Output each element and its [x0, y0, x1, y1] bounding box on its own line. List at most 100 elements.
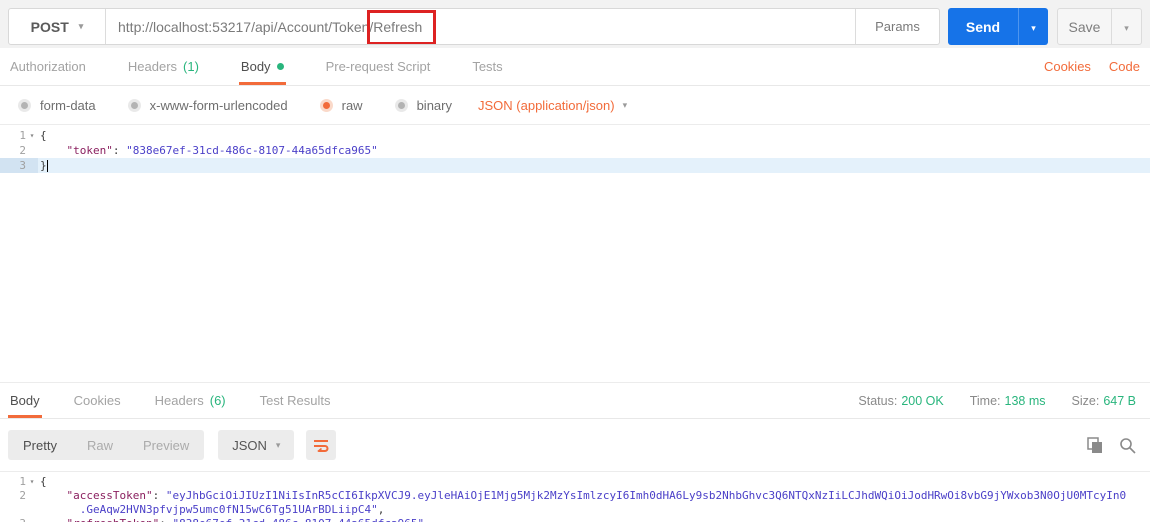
view-preview-button[interactable]: Preview [128, 438, 204, 453]
tab-label: Body [240, 59, 271, 74]
body-type-bar: form-data x-www-form-urlencoded raw bina… [0, 86, 1150, 124]
copy-button[interactable] [1087, 437, 1103, 453]
url-text: http://localhost:53217/api/Account/Token… [118, 18, 374, 35]
params-button[interactable]: Params [855, 9, 939, 44]
view-pretty-button[interactable]: Pretty [8, 438, 72, 453]
response-format-selector[interactable]: JSON ▾ [218, 430, 295, 460]
line-number-gutter: 1 ▾ [0, 128, 38, 143]
line-number-gutter: 2 [19, 144, 26, 157]
fold-caret-icon[interactable]: ▾ [26, 475, 38, 489]
postman-app: POST ▾ http://localhost:53217/api/Accoun… [0, 0, 1150, 522]
tab-label: Headers [127, 59, 178, 74]
code-line: 1 ▾{ [0, 475, 1150, 489]
meta-value: 138 ms [1004, 393, 1046, 408]
tab-label: Test Results [259, 393, 331, 408]
method-label: POST [30, 18, 69, 35]
url-refresh-highlight-annotation: Refresh [367, 9, 437, 44]
tab-count-badge: (1) [183, 59, 199, 74]
tab-test-results[interactable]: Test Results [260, 383, 331, 418]
save-button[interactable]: Save [1058, 9, 1111, 44]
view-raw-button[interactable]: Raw [72, 438, 128, 453]
fold-caret-icon[interactable]: ▾ [26, 128, 38, 143]
meta-label: Size: [1071, 393, 1100, 408]
code-line: .GeAqw2HVN3pfvjpw5umc0fN15wC6Tg51UArBDLi… [0, 503, 1150, 517]
content-type-label: JSON (application/json) [478, 97, 615, 113]
code-line: 1 ▾{ [0, 128, 1150, 143]
send-button[interactable]: Send [948, 8, 1018, 45]
search-icon [1120, 437, 1136, 454]
response-tabs: Body Cookies Headers (6) Test Results St… [0, 383, 1150, 419]
meta-value: 200 OK [901, 393, 944, 408]
radio-label: binary [416, 97, 452, 113]
tab-label: Headers [154, 393, 204, 408]
view-mode-switcher: Pretty Raw Preview [8, 430, 205, 460]
radio-icon [18, 98, 31, 112]
radio-icon [394, 98, 408, 112]
send-dropdown-button[interactable]: ▾ [1018, 8, 1048, 45]
wrap-text-button[interactable] [306, 430, 337, 460]
meta-label: Status: [858, 393, 898, 408]
time-badge: Time: 138 ms [970, 394, 1046, 408]
chevron-down-icon: ▾ [1124, 23, 1129, 33]
tab-response-body[interactable]: Body [8, 383, 42, 418]
line-number-gutter: 3 [0, 158, 38, 173]
cookies-link[interactable]: Cookies [1044, 59, 1091, 74]
tab-response-headers[interactable]: Headers (6) [155, 383, 226, 418]
code-line: 3} [0, 158, 1150, 173]
radio-x-www-form-urlencoded[interactable]: x-www-form-urlencoded [127, 98, 288, 113]
tab-label: Tests [472, 59, 503, 74]
method-selector[interactable]: POST ▾ [9, 9, 106, 44]
tab-label: Pre-request Script [325, 59, 431, 74]
size-badge: Size: 647 B [1072, 394, 1136, 408]
radio-icon [127, 98, 141, 112]
tab-label: Cookies [73, 393, 121, 408]
radio-form-data[interactable]: form-data [18, 98, 96, 113]
code-line: 2 "accessToken": "eyJhbGciOiJIUzI1NiIsIn… [0, 489, 1150, 503]
request-tabs: Authorization Headers (1) Body Pre-reque… [0, 48, 1150, 86]
request-tab-links: Cookies Code [1044, 59, 1140, 74]
tab-label: Authorization [10, 59, 86, 74]
content-type-selector[interactable]: JSON (application/json) ▾ [478, 98, 627, 113]
radio-binary[interactable]: binary [394, 97, 452, 113]
meta-label: Time: [969, 393, 1001, 408]
line-number-gutter [0, 503, 38, 517]
radio-selected-icon [319, 98, 333, 112]
radio-label: raw [341, 97, 363, 113]
tab-authorization[interactable]: Authorization [10, 48, 86, 85]
line-number-gutter: 3 [0, 517, 38, 522]
tab-response-cookies[interactable]: Cookies [74, 383, 121, 418]
url-input[interactable]: http://localhost:53217/api/Account/Token… [106, 9, 855, 44]
text-cursor [46, 160, 48, 172]
response-body-editor[interactable]: 1 ▾{2 "accessToken": "eyJhbGciOiJIUzI1NiI… [0, 471, 1150, 522]
save-dropdown-button[interactable]: ▾ [1111, 9, 1141, 44]
line-number-gutter: 1 ▾ [0, 475, 38, 489]
format-label: JSON [232, 437, 267, 453]
wrap-text-icon [314, 440, 329, 452]
request-url-bar-area: POST ▾ http://localhost:53217/api/Accoun… [0, 0, 1150, 48]
tab-count-badge: (6) [209, 393, 226, 408]
line-number-gutter: 2 [19, 489, 26, 502]
code-line: 3 "refreshToken": "838e67ef-31cd-486c-81… [0, 517, 1150, 522]
response-toolbar: Pretty Raw Preview JSON ▾ [0, 419, 1150, 471]
meta-value: 647 B [1103, 393, 1136, 408]
chevron-down-icon: ▾ [275, 439, 281, 450]
radio-raw[interactable]: raw [319, 97, 363, 113]
tab-tests[interactable]: Tests [472, 48, 502, 85]
tab-label: Body [10, 393, 40, 408]
response-meta: Status: 200 OK Time: 138 ms Size: 647 B [858, 394, 1140, 408]
request-body-editor[interactable]: 1 ▾{2 "token": "838e67ef-31cd-486c-8107-4… [0, 124, 1150, 294]
tab-pre-request-script[interactable]: Pre-request Script [326, 48, 431, 85]
tab-headers[interactable]: Headers (1) [128, 48, 199, 85]
status-badge: Status: 200 OK [858, 394, 943, 408]
tab-body[interactable]: Body [238, 48, 286, 85]
response-section: Body Cookies Headers (6) Test Results St… [0, 382, 1150, 522]
search-button[interactable] [1119, 437, 1136, 454]
code-link[interactable]: Code [1109, 59, 1140, 74]
response-toolbar-right [1087, 437, 1142, 454]
url-bar: POST ▾ http://localhost:53217/api/Accoun… [8, 8, 940, 45]
chevron-down-icon: ▾ [622, 99, 628, 110]
save-button-group: Save ▾ [1057, 8, 1142, 45]
code-line: 2 "token": "838e67ef-31cd-486c-8107-44a6… [0, 143, 1150, 158]
body-filled-dot-icon [276, 63, 284, 70]
radio-label: form-data [40, 97, 96, 113]
